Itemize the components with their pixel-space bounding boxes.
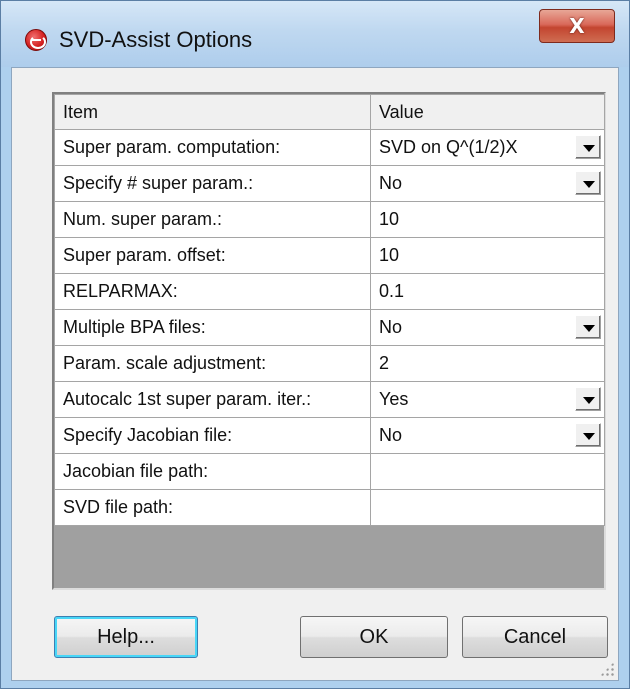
table-row: Multiple BPA files: No [54,309,605,346]
specify-jacobian-file-select[interactable]: No [370,417,605,454]
item-specify-super-param: Specify # super param.: [54,165,371,202]
super-param-computation-select[interactable]: SVD on Q^(1/2)X [370,129,605,166]
relparmax-field[interactable]: 0.1 [370,273,605,310]
help-button[interactable]: Help... [54,616,198,658]
item-specify-jacobian-file: Specify Jacobian file: [54,417,371,454]
num-super-param-field[interactable]: 10 [370,201,605,238]
chevron-down-icon[interactable] [575,423,601,447]
ok-button[interactable]: OK [300,616,448,658]
item-num-super-param: Num. super param.: [54,201,371,238]
options-grid: Item Value Super param. computation: SVD… [52,92,606,590]
table-row: Num. super param.: 10 [54,201,605,238]
item-super-param-computation: Super param. computation: [54,129,371,166]
table-row: Autocalc 1st super param. iter.: Yes [54,381,605,418]
svd-file-path-field[interactable] [370,489,605,526]
cell-value: Yes [379,389,409,409]
item-relparmax: RELPARMAX: [54,273,371,310]
item-jacobian-file-path: Jacobian file path: [54,453,371,490]
resize-grip-icon[interactable] [600,662,614,676]
table-row: SVD file path: [54,489,605,526]
table-row: Specify # super param.: No [54,165,605,202]
table-row: RELPARMAX: 0.1 [54,273,605,310]
column-header-value[interactable]: Value [370,94,605,130]
item-autocalc-super-param-iter: Autocalc 1st super param. iter.: [54,381,371,418]
window-title: SVD-Assist Options [59,27,253,52]
item-param-scale-adjustment: Param. scale adjustment: [54,345,371,382]
super-param-offset-field[interactable]: 10 [370,237,605,274]
chevron-down-icon[interactable] [575,135,601,159]
options-table: Item Value Super param. computation: SVD… [54,94,605,526]
app-logo-icon [25,29,47,51]
autocalc-super-param-iter-select[interactable]: Yes [370,381,605,418]
title-bar[interactable]: SVD-Assist Options X [1,1,629,67]
column-header-item[interactable]: Item [54,94,371,130]
item-multiple-bpa-files: Multiple BPA files: [54,309,371,346]
chevron-down-icon[interactable] [575,387,601,411]
jacobian-file-path-field[interactable] [370,453,605,490]
close-button[interactable]: X [539,9,615,43]
table-row: Param. scale adjustment: 2 [54,345,605,382]
param-scale-adjustment-field[interactable]: 2 [370,345,605,382]
cancel-button[interactable]: Cancel [462,616,608,658]
header-row: Item Value [54,94,605,130]
table-row: Jacobian file path: [54,453,605,490]
cell-value: No [379,173,403,193]
table-row: Super param. computation: SVD on Q^(1/2)… [54,129,605,166]
svd-assist-options-dialog: SVD-Assist Options X Item Value Super pa… [0,0,630,689]
item-svd-file-path: SVD file path: [54,489,371,526]
item-super-param-offset: Super param. offset: [54,237,371,274]
multiple-bpa-files-select[interactable]: No [370,309,605,346]
table-row: Specify Jacobian file: No [54,417,605,454]
chevron-down-icon[interactable] [575,315,601,339]
cell-value: No [379,425,403,445]
table-row: Super param. offset: 10 [54,237,605,274]
cell-value: SVD on Q^(1/2)X [379,137,518,157]
specify-super-param-select[interactable]: No [370,165,605,202]
chevron-down-icon[interactable] [575,171,601,195]
dialog-body: Item Value Super param. computation: SVD… [11,67,619,681]
cell-value: No [379,317,403,337]
